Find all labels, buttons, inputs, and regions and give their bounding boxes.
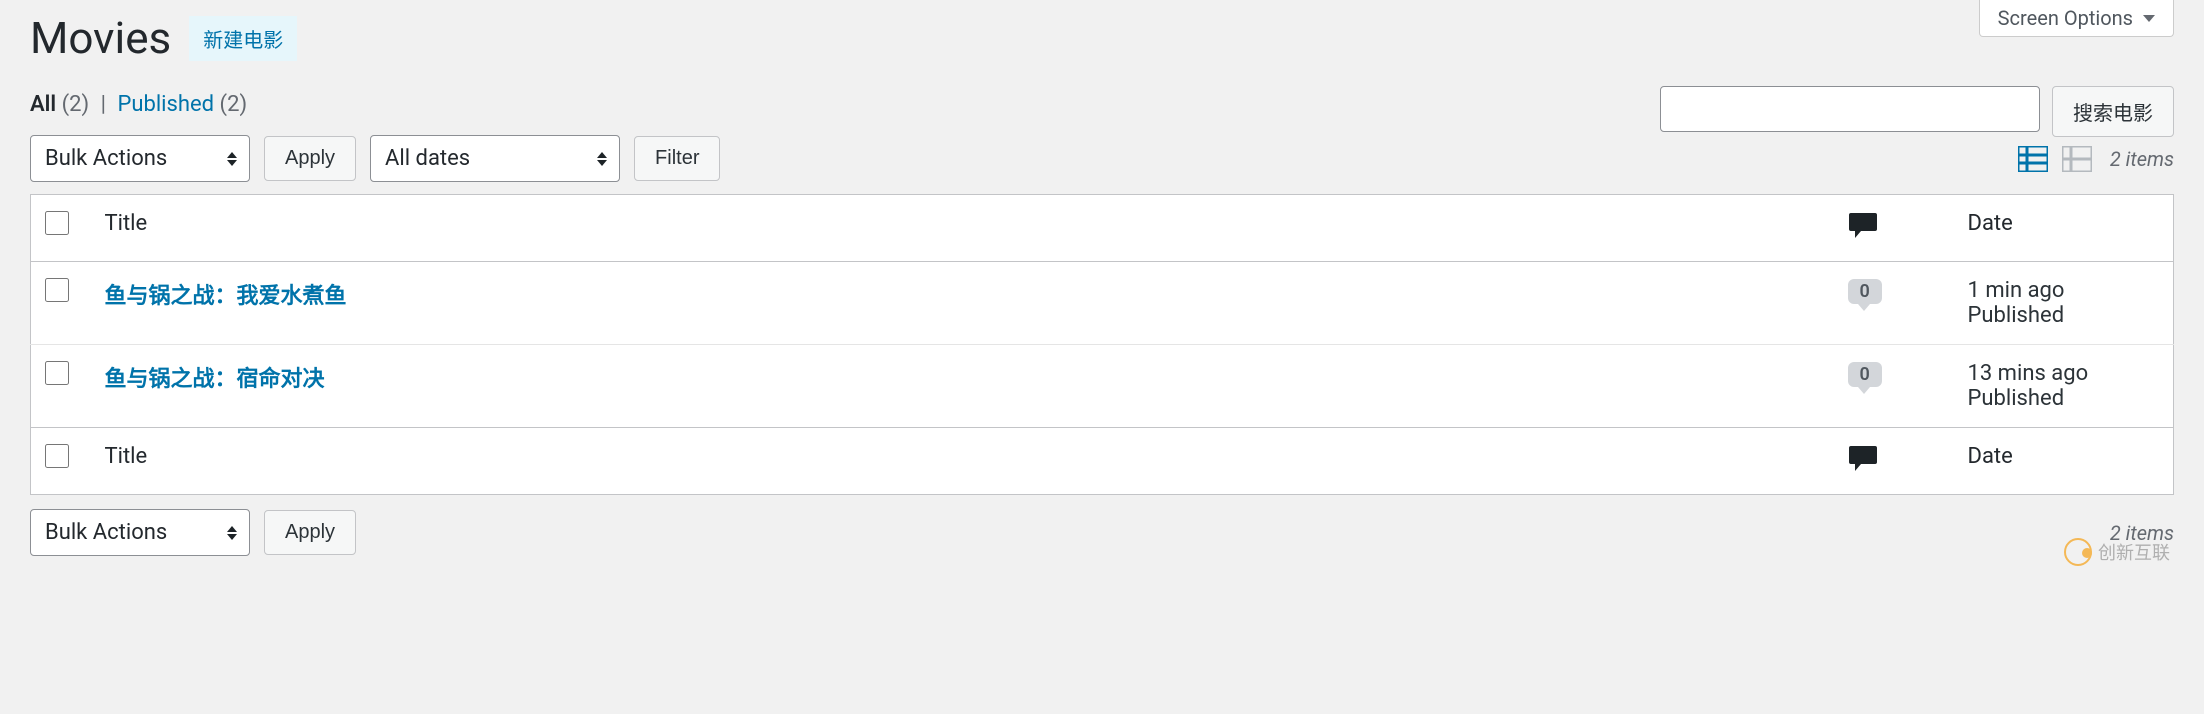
apply-button-top[interactable]: Apply [264,136,356,181]
filter-published-count: (2) [220,92,248,117]
search-input[interactable] [1660,86,2040,132]
view-list-button[interactable] [2014,142,2052,176]
watermark-logo-icon [2064,538,2092,566]
filter-published-label: Published [117,92,214,117]
bulk-actions-value-bottom: Bulk Actions [45,520,167,545]
select-all-checkbox-top[interactable] [45,211,69,235]
select-all-checkbox-bottom[interactable] [45,444,69,468]
search-button[interactable]: 搜索电影 [2052,86,2174,137]
column-header-title[interactable]: Title [91,195,1834,262]
comment-count-badge[interactable]: 0 [1848,362,1882,387]
filter-all-link[interactable]: All (2) [30,92,95,117]
column-header-date[interactable]: Date [1954,195,2174,262]
select-arrows-icon [227,152,237,166]
watermark: 创新互联 [2064,538,2170,566]
watermark-text: 创新互联 [2098,539,2170,565]
filter-published-link[interactable]: Published (2) [117,92,247,117]
comments-icon [1848,211,1878,239]
post-title-link[interactable]: 鱼与锅之战：宿命对决 [105,367,325,392]
screen-options-label: Screen Options [1998,6,2133,30]
post-status: Published [1968,386,2160,411]
post-date-relative: 1 min ago [1968,278,2160,303]
date-filter-value: All dates [385,146,470,171]
filter-all-label: All [30,92,56,117]
column-footer-date[interactable]: Date [1954,428,2174,495]
post-status: Published [1968,303,2160,328]
comment-count-badge[interactable]: 0 [1848,279,1882,304]
screen-options-toggle[interactable]: Screen Options [1979,0,2174,37]
bulk-actions-select-bottom[interactable]: Bulk Actions [30,509,250,556]
excerpt-view-icon [2062,146,2092,172]
caret-down-icon [2143,15,2155,22]
view-excerpt-button[interactable] [2058,142,2096,176]
post-date-relative: 13 mins ago [1968,361,2160,386]
select-arrows-icon [597,152,607,166]
filter-all-count: (2) [62,92,90,117]
date-filter-select[interactable]: All dates [370,135,620,182]
bulk-actions-select[interactable]: Bulk Actions [30,135,250,182]
items-count-top: 2 items [2110,147,2174,171]
post-title-link[interactable]: 鱼与锅之战：我爱水煮鱼 [105,284,347,309]
comments-icon [1848,444,1878,472]
select-arrows-icon [227,526,237,540]
table-row: 鱼与锅之战：宿命对决 0 13 mins ago Published [31,345,2174,428]
apply-button-bottom[interactable]: Apply [264,510,356,555]
column-footer-title[interactable]: Title [91,428,1834,495]
new-movie-button[interactable]: 新建电影 [189,16,297,61]
page-title: Movies [30,12,171,64]
filter-button[interactable]: Filter [634,136,720,181]
list-view-icon [2018,146,2048,172]
bulk-actions-value: Bulk Actions [45,146,167,171]
separator: | [101,92,106,117]
row-checkbox[interactable] [45,278,69,302]
table-row: 鱼与锅之战：我爱水煮鱼 0 1 min ago Published [31,262,2174,345]
row-checkbox[interactable] [45,361,69,385]
